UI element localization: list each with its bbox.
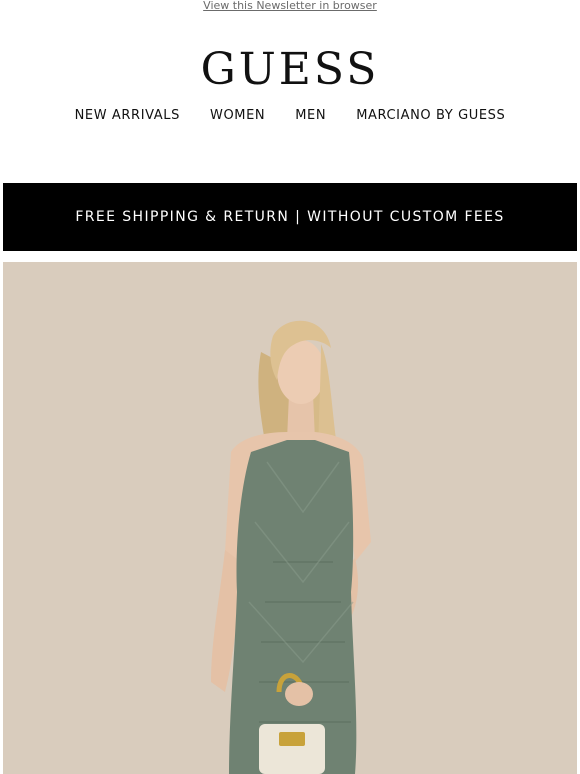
guess-logo[interactable]: GUESS: [0, 44, 580, 96]
nav-item-new-arrivals[interactable]: NEW ARRIVALS: [75, 108, 180, 123]
view-in-browser-link[interactable]: View this Newsletter in browser: [0, 0, 580, 14]
nav-item-women[interactable]: WOMEN: [210, 108, 265, 123]
nav-item-marciano[interactable]: MARCIANO BY GUESS: [356, 108, 505, 123]
nav-item-men[interactable]: MEN: [295, 108, 326, 123]
shipping-banner-text: FREE SHIPPING & RETURN | WITHOUT CUSTOM …: [75, 209, 505, 225]
main-nav: NEW ARRIVALS WOMEN MEN MARCIANO BY GUESS: [0, 108, 580, 123]
hero-image[interactable]: [3, 262, 577, 774]
shipping-banner[interactable]: FREE SHIPPING & RETURN | WITHOUT CUSTOM …: [3, 183, 577, 251]
model-photo-icon: [3, 262, 577, 774]
